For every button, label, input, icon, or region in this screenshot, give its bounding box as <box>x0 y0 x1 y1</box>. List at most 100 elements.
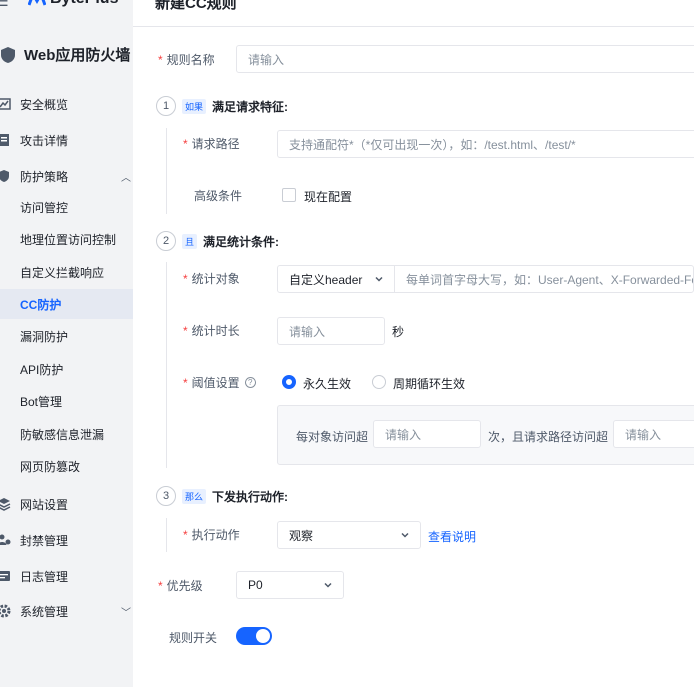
product-brand: Web应用防火墙 <box>0 44 130 65</box>
nav-item-label: 网站设置 <box>20 497 69 512</box>
rule-name-label: * 规则名称 <box>158 51 215 68</box>
sub-item-label: 访问管控 <box>20 200 69 215</box>
shield-icon <box>0 168 12 184</box>
sub-item-bot-management[interactable]: Bot管理 <box>0 386 133 416</box>
sub-item-api-protection[interactable]: API防护 <box>0 354 133 384</box>
gear-icon <box>0 603 12 619</box>
action-label: * 执行动作 <box>183 526 240 543</box>
required-mark: * <box>158 578 163 593</box>
stat-duration-label-text: 统计时长 <box>191 324 240 338</box>
per-object-input[interactable]: 请输入 <box>373 420 481 448</box>
toggle-knob <box>256 629 270 643</box>
priority-value: P0 <box>248 578 263 592</box>
nav-item-protection-policy[interactable]: 防护策略 ︿ <box>0 162 133 190</box>
sub-item-custom-block[interactable]: 自定义拦截响应 <box>0 257 133 287</box>
header-name-input[interactable]: 每单词首字母大写，如：User-Agent、X-Forwarded-For, <box>394 265 694 293</box>
sub-item-cc-protection[interactable]: CC防护 <box>0 289 133 319</box>
step-2-line <box>166 262 167 468</box>
threshold-label: * 阈值设置 ? <box>183 374 256 391</box>
per-object-placeholder: 请输入 <box>385 427 422 442</box>
sub-item-data-leak[interactable]: 防敏感信息泄漏 <box>0 419 133 449</box>
threshold-label-text: 阈值设置 <box>191 376 240 390</box>
sub-item-access-control[interactable]: 访问管控 <box>0 192 133 222</box>
stat-target-label: * 统计对象 <box>183 270 240 287</box>
nav-item-label: 安全概览 <box>20 97 69 112</box>
step-1-header: 1 如果 满足请求特征: <box>156 96 288 116</box>
priority-label-text: 优先级 <box>166 579 203 593</box>
required-mark: * <box>183 375 188 390</box>
help-icon[interactable]: ? <box>244 377 256 388</box>
rule-name-input[interactable]: 请输入 <box>236 45 694 73</box>
chevron-down-icon <box>401 532 409 538</box>
byteplus-logo-icon <box>28 0 46 6</box>
step-title: 满足统计条件: <box>203 234 280 249</box>
sub-item-anti-tamper[interactable]: 网页防篡改 <box>0 451 133 481</box>
priority-select[interactable]: P0 <box>236 571 344 599</box>
stat-target-select[interactable]: 自定义header <box>277 265 395 293</box>
step-title: 下发执行动作: <box>212 489 289 504</box>
request-path-placeholder: 支持通配符*（*仅可出现一次），如：/test.html、/test/* <box>289 137 576 152</box>
main-panel: 新建CC规则 * 规则名称 请输入 1 如果 满足请求特征: * 请求路径 支持… <box>133 0 694 687</box>
request-path-input[interactable]: 支持通配符*（*仅可出现一次），如：/test.html、/test/* <box>277 130 694 158</box>
required-mark: * <box>183 271 188 286</box>
chevron-down-icon <box>324 582 332 588</box>
stat-duration-placeholder: 请输入 <box>289 324 326 339</box>
nav-item-site-settings[interactable]: 网站设置 <box>0 490 133 518</box>
nav-item-system-management[interactable]: 系统管理 ﹀ <box>0 597 133 625</box>
layers-icon <box>0 496 12 512</box>
permanent-radio-label: 永久生效 <box>303 377 352 391</box>
per-object-label: 每对象访问超 <box>296 430 369 444</box>
rule-switch-toggle[interactable] <box>236 627 272 645</box>
chevron-down-icon: ﹀ <box>121 607 131 619</box>
step-tag: 那么 <box>182 488 207 504</box>
periodic-radio[interactable] <box>372 375 386 389</box>
action-select[interactable]: 观察 <box>277 521 421 549</box>
nav-item-attack-details[interactable]: 攻击详情 <box>0 126 133 154</box>
page-title: 新建CC规则 <box>155 0 237 12</box>
sub-item-label: CC防护 <box>20 297 62 312</box>
nav-item-label: 防护策略 <box>20 169 69 184</box>
menu-icon[interactable]: ☰ <box>0 0 9 10</box>
periodic-radio-label: 周期循环生效 <box>393 377 466 391</box>
users-icon <box>0 532 12 548</box>
sub-item-label: Bot管理 <box>20 394 63 409</box>
step-tag: 如果 <box>182 98 207 114</box>
request-path-label-text: 请求路径 <box>191 137 240 151</box>
nav-item-overview[interactable]: 安全概览 <box>0 90 133 118</box>
title-divider <box>133 26 694 27</box>
stat-target-value: 自定义header <box>289 272 363 287</box>
required-mark: * <box>183 323 188 338</box>
path-threshold-placeholder: 请输入 <box>625 427 662 442</box>
sub-item-label: 漏洞防护 <box>20 329 69 344</box>
sidebar: ☰ BytePlus Web应用防火墙 安全概览 攻击详情 防护策略 ︿ 访问管… <box>0 0 133 687</box>
sub-item-geo-access[interactable]: 地理位置访问控制 <box>0 224 133 254</box>
shield-logo-icon <box>1 46 15 63</box>
step-3-line <box>166 518 167 552</box>
priority-label: * 优先级 <box>158 577 203 594</box>
sub-item-label: 网页防篡改 <box>20 459 81 474</box>
sub-item-label: 自定义拦截响应 <box>20 265 105 280</box>
configure-now-label: 现在配置 <box>304 190 353 204</box>
rule-name-placeholder: 请输入 <box>248 52 285 67</box>
sub-item-vuln-protection[interactable]: 漏洞防护 <box>0 321 133 351</box>
action-value: 观察 <box>289 528 314 543</box>
permanent-radio[interactable] <box>282 375 296 389</box>
action-label-text: 执行动作 <box>191 528 240 542</box>
rule-switch-label: 规则开关 <box>169 629 217 646</box>
seconds-unit: 秒 <box>392 325 405 339</box>
nav-item-ban-management[interactable]: 封禁管理 <box>0 526 133 554</box>
header-name-placeholder: 每单词首字母大写，如：User-Agent、X-Forwarded-For, <box>406 272 694 287</box>
stat-duration-input[interactable]: 请输入 <box>277 317 385 345</box>
nav-item-log-management[interactable]: 日志管理 <box>0 562 133 590</box>
step-1-line <box>166 128 167 214</box>
chart-icon <box>0 96 12 112</box>
document-icon <box>0 132 12 148</box>
advanced-condition-label: 高级条件 <box>194 187 242 204</box>
rule-name-label-text: 规则名称 <box>166 53 215 67</box>
path-threshold-input[interactable]: 请输入 <box>613 420 694 448</box>
required-mark: * <box>183 136 188 151</box>
stat-duration-label: * 统计时长 <box>183 322 240 339</box>
view-docs-link[interactable]: 查看说明 <box>428 528 476 545</box>
step-number: 2 <box>156 231 176 251</box>
configure-now-checkbox[interactable] <box>282 188 296 202</box>
